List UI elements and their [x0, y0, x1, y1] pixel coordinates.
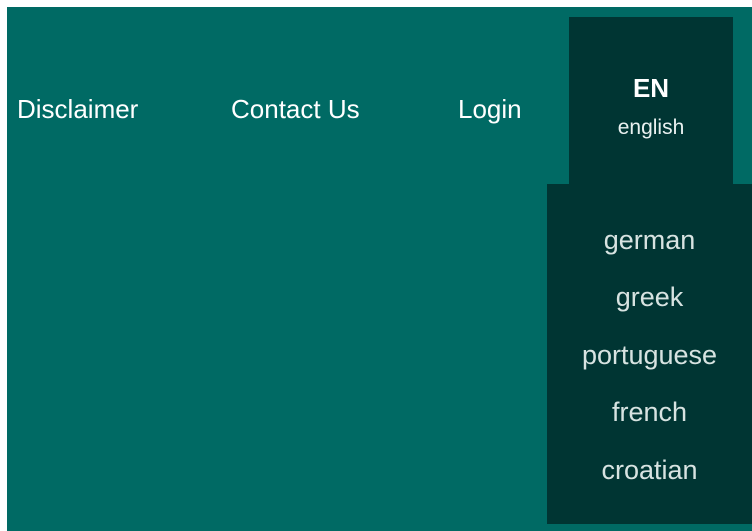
language-option-croatian[interactable]: croatian	[547, 450, 752, 490]
language-selector[interactable]: EN english	[569, 17, 733, 187]
current-language-code: EN	[632, 73, 670, 103]
language-option-portuguese[interactable]: portuguese	[547, 335, 752, 375]
current-language-name: english	[617, 116, 685, 139]
language-option-french[interactable]: french	[547, 392, 752, 432]
language-option-german[interactable]: german	[547, 220, 752, 260]
language-dropdown-menu: german greek portuguese french croatian	[547, 184, 752, 524]
nav-link-login[interactable]: Login	[458, 91, 522, 127]
language-option-greek[interactable]: greek	[547, 277, 752, 317]
nav-link-disclaimer[interactable]: Disclaimer	[17, 91, 138, 127]
header-bar: Disclaimer Contact Us Login EN english g…	[7, 7, 752, 531]
nav-link-contact-us[interactable]: Contact Us	[231, 91, 360, 127]
